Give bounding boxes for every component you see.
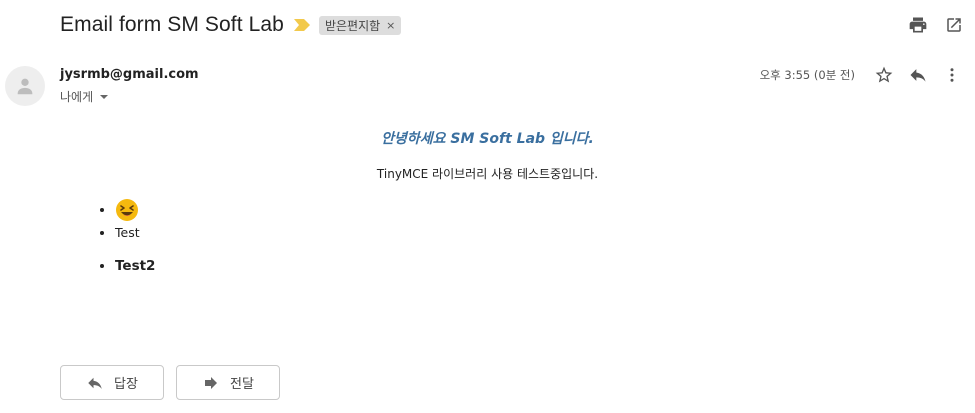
bullet-list: Test bbox=[97, 198, 140, 243]
greeting-text: 안녕하세요 SM Soft Lab 입니다. bbox=[381, 131, 594, 147]
recipient-label: 나에게 bbox=[60, 90, 94, 104]
email-subject: Email form SM Soft Lab bbox=[60, 13, 284, 36]
reply-icon bbox=[88, 377, 102, 389]
chevron-down-icon[interactable] bbox=[99, 92, 109, 102]
message-meta: 오후 3:55 (0분 전) bbox=[760, 64, 963, 86]
print-button[interactable] bbox=[907, 14, 929, 36]
forward-label: 전달 bbox=[230, 377, 254, 392]
open-in-new-window-icon bbox=[947, 18, 961, 32]
print-icon bbox=[909, 17, 927, 33]
reply-icon-button[interactable] bbox=[907, 64, 929, 86]
reply-icon bbox=[910, 69, 926, 82]
list-item bbox=[115, 198, 140, 222]
open-in-new-window-button[interactable] bbox=[943, 14, 965, 36]
star-icon bbox=[875, 66, 893, 83]
forward-button[interactable]: 전달 bbox=[176, 365, 280, 400]
importance-marker-icon[interactable] bbox=[293, 19, 310, 31]
inbox-label-chip[interactable]: 받은편지함 × bbox=[318, 15, 402, 35]
reply-button[interactable]: 답장 bbox=[60, 365, 164, 400]
more-options-button[interactable] bbox=[941, 64, 963, 86]
laughing-emoji-icon bbox=[116, 199, 138, 221]
avatar-person-icon bbox=[17, 78, 33, 95]
bullet-list-2: Test2 bbox=[97, 258, 155, 274]
reply-label: 답장 bbox=[114, 377, 138, 392]
forward-icon bbox=[205, 376, 218, 389]
label-text: 받은편지함 bbox=[324, 18, 381, 33]
sender-email[interactable]: jysrmb@gmail.com bbox=[60, 67, 199, 82]
subject-actions bbox=[907, 14, 965, 36]
description-text: TinyMCE 라이브러리 사용 테스트중입니다. bbox=[376, 167, 599, 181]
star-button[interactable] bbox=[873, 64, 895, 86]
subject-row: Email form SM Soft Lab 받은편지함 × bbox=[60, 10, 975, 40]
avatar[interactable] bbox=[5, 66, 45, 106]
more-vert-icon bbox=[950, 68, 954, 82]
remove-label-button[interactable]: × bbox=[386, 19, 395, 32]
timestamp: 오후 3:55 (0분 전) bbox=[759, 68, 855, 82]
recipient-row[interactable]: 나에게 bbox=[60, 88, 109, 105]
message-body: 안녕하세요 SM Soft Lab 입니다. TinyMCE 라이브러리 사용 … bbox=[0, 124, 975, 274]
list-item: Test2 bbox=[115, 258, 155, 274]
list-item: Test bbox=[115, 222, 140, 243]
